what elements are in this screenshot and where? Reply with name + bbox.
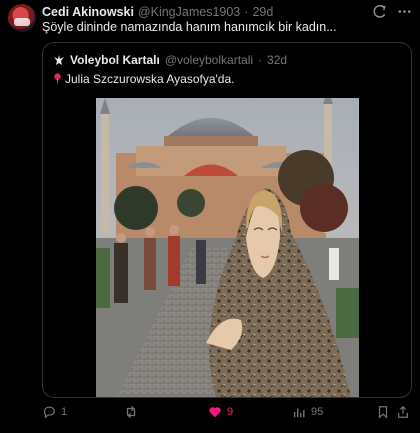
- quoted-photo[interactable]: [96, 98, 359, 397]
- bookmark-icon: [376, 405, 390, 419]
- share-button[interactable]: [396, 405, 410, 419]
- like-icon: [208, 405, 222, 419]
- views-button[interactable]: 95: [292, 405, 323, 419]
- quoted-author-handle[interactable]: @voleybolkartali: [165, 53, 253, 67]
- tweet-text: Şöyle dininde namazında hanım hanımcık b…: [42, 20, 337, 34]
- like-count: 9: [227, 406, 234, 418]
- tweet-timestamp[interactable]: 29d: [252, 5, 273, 19]
- view-count: 95: [311, 406, 324, 418]
- repost-button[interactable]: [124, 405, 143, 419]
- eagle-logo-icon: [53, 54, 65, 66]
- quoted-tweet[interactable]: Voleybol Kartalı @voleybolkartali · 32d …: [42, 42, 412, 398]
- grok-icon[interactable]: [372, 4, 387, 19]
- reply-count: 1: [61, 406, 68, 418]
- author-name[interactable]: Cedi Akinowski: [42, 5, 134, 19]
- like-button[interactable]: 9: [208, 405, 233, 419]
- tweet-header: Cedi Akinowski @KingJames1903 · 29d: [42, 5, 273, 19]
- header-separator: ·: [244, 5, 249, 19]
- quoted-header: Voleybol Kartalı @voleybolkartali · 32d: [53, 53, 287, 67]
- reply-button[interactable]: 1: [42, 405, 67, 419]
- action-bar: 1 9 95: [42, 405, 412, 425]
- quoted-timestamp[interactable]: 32d: [267, 53, 287, 67]
- bookmark-button[interactable]: [376, 405, 390, 419]
- views-icon: [292, 405, 306, 419]
- pin-icon: [53, 73, 62, 85]
- share-icon: [396, 405, 410, 419]
- top-icons: [372, 4, 412, 19]
- quoted-separator: ·: [258, 53, 263, 67]
- photo-hagia-sophia-woman: [96, 98, 359, 397]
- quoted-text-line: Julia Szczurowska Ayasofya'da.: [53, 72, 235, 86]
- more-icon[interactable]: [397, 4, 412, 19]
- author-handle[interactable]: @KingJames1903: [138, 5, 240, 19]
- repost-icon: [124, 405, 138, 419]
- quoted-text: Julia Szczurowska Ayasofya'da.: [65, 72, 235, 86]
- reply-icon: [42, 405, 56, 419]
- author-avatar[interactable]: [8, 4, 36, 32]
- quoted-author-name[interactable]: Voleybol Kartalı: [70, 53, 160, 67]
- tweet[interactable]: Cedi Akinowski @KingJames1903 · 29d Şöyl…: [0, 0, 420, 433]
